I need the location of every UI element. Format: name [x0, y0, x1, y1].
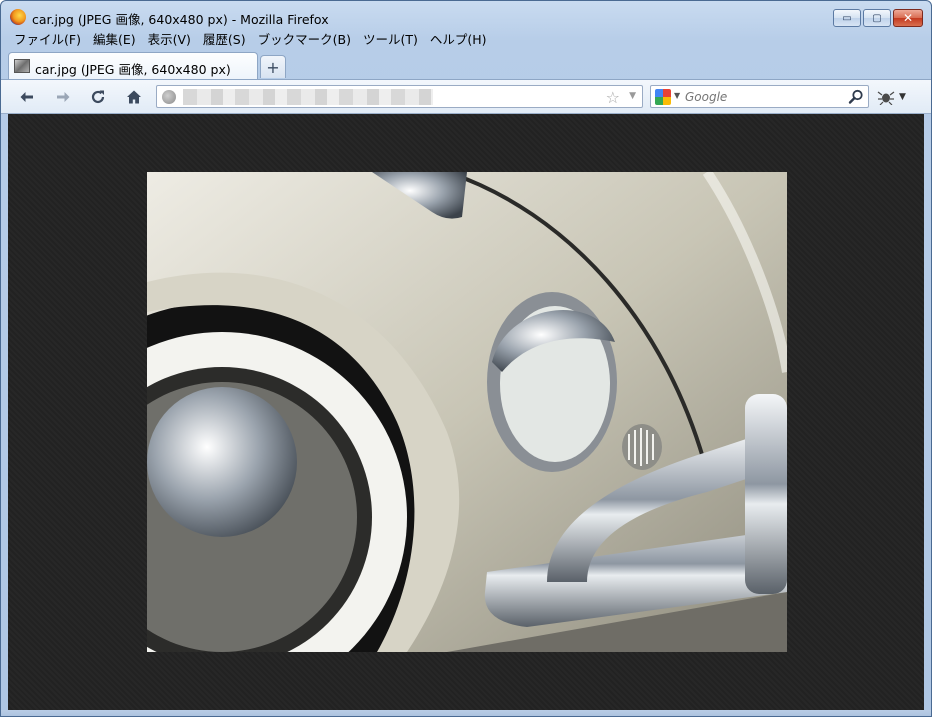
image-thumbnail-icon	[14, 59, 30, 73]
minimize-button[interactable]: ▭	[833, 9, 861, 27]
navigation-toolbar: ☆ ▼ ▼ ▼	[1, 79, 931, 114]
menu-history[interactable]: 履歴(S)	[197, 30, 252, 50]
menu-edit[interactable]: 編集(E)	[87, 30, 142, 50]
firefox-logo-icon	[10, 9, 26, 25]
new-tab-button[interactable]: +	[260, 55, 286, 78]
tab-car-jpg[interactable]: car.jpg (JPEG 画像, 640x480 px)	[8, 52, 258, 79]
maximize-icon: ▢	[872, 12, 882, 24]
home-icon	[127, 90, 141, 104]
menu-tools[interactable]: ツール(T)	[357, 30, 424, 50]
star-icon[interactable]: ☆	[606, 88, 620, 107]
close-icon: ✕	[902, 11, 914, 25]
page-content	[8, 114, 924, 710]
reload-icon	[91, 90, 105, 104]
minimize-icon: ▭	[842, 12, 852, 24]
forward-arrow-icon	[57, 92, 70, 102]
plus-icon: +	[266, 57, 280, 77]
tab-bar: car.jpg (JPEG 画像, 640x480 px) +	[1, 51, 931, 79]
search-box: ▼	[650, 85, 869, 108]
reload-button[interactable]	[86, 86, 110, 108]
window-controls: ▭ ▢ ✕	[833, 9, 923, 27]
menu-view[interactable]: 表示(V)	[142, 30, 197, 50]
addon-bug-icon	[877, 91, 895, 105]
maximize-button[interactable]: ▢	[863, 9, 891, 27]
browser-window: car.jpg (JPEG 画像, 640x480 px) - Mozilla …	[0, 0, 932, 717]
car-image	[147, 172, 787, 652]
addon-button[interactable]: ▼	[877, 88, 907, 106]
title-bar[interactable]: car.jpg (JPEG 画像, 640x480 px) - Mozilla …	[1, 1, 931, 31]
back-button[interactable]	[15, 86, 39, 108]
back-arrow-icon	[20, 92, 33, 102]
search-input[interactable]	[685, 87, 845, 106]
url-text-redacted	[183, 89, 433, 105]
forward-button[interactable]	[51, 86, 75, 108]
menu-file[interactable]: ファイル(F)	[8, 30, 87, 50]
globe-icon	[162, 90, 176, 104]
window-bottom-border	[1, 710, 931, 716]
close-button[interactable]: ✕	[893, 9, 923, 27]
url-bar[interactable]: ☆ ▼	[156, 85, 643, 108]
car-photo[interactable]	[147, 172, 787, 652]
addon-dropdown-icon[interactable]: ▼	[899, 92, 906, 102]
tab-label: car.jpg (JPEG 画像, 640x480 px)	[35, 62, 231, 77]
magnifier-icon[interactable]	[847, 88, 865, 106]
menu-help[interactable]: ヘルプ(H)	[424, 30, 493, 50]
google-engine-icon[interactable]	[655, 89, 671, 105]
url-history-dropdown-icon[interactable]: ▼	[629, 91, 636, 101]
menu-bookmarks[interactable]: ブックマーク(B)	[252, 30, 357, 50]
window-title: car.jpg (JPEG 画像, 640x480 px) - Mozilla …	[32, 12, 329, 27]
home-button[interactable]	[122, 86, 146, 108]
engine-dropdown-icon[interactable]: ▼	[674, 91, 680, 100]
menu-bar: ファイル(F) 編集(E) 表示(V) 履歴(S) ブックマーク(B) ツール(…	[8, 30, 493, 50]
